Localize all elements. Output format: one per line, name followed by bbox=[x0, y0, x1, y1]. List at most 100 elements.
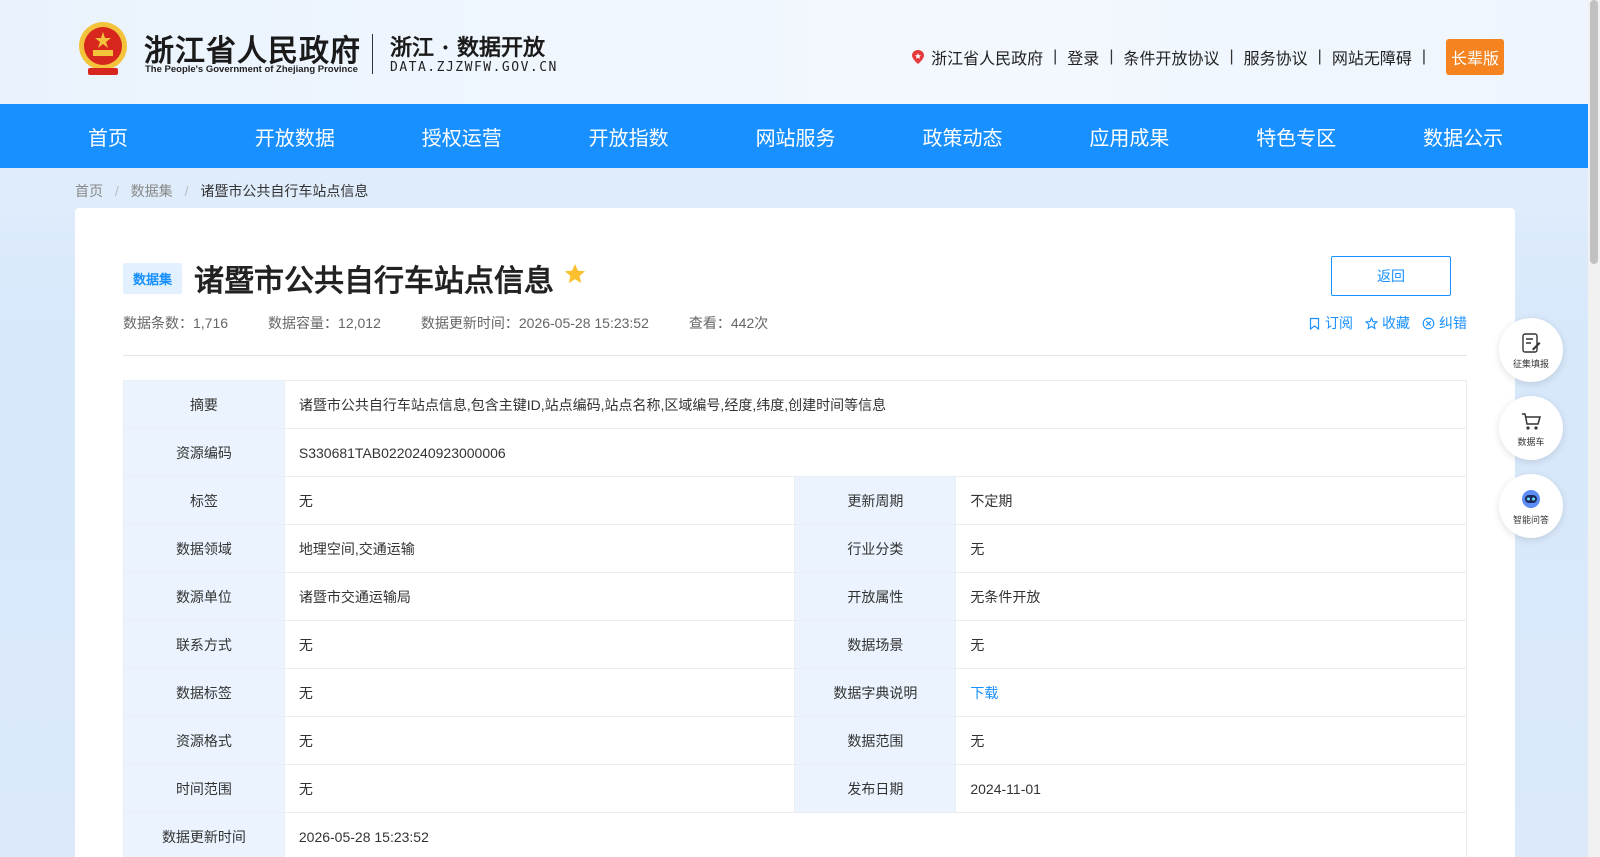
breadcrumb-separator: / bbox=[114, 183, 119, 199]
table-row: 资源格式 无 数据范围 无 bbox=[123, 716, 1467, 765]
login-link[interactable]: 登录 bbox=[1067, 45, 1099, 69]
table-row: 摘要 诸暨市公共自行车站点信息,包含主键ID,站点编码,站点名称,区域编号,经度… bbox=[123, 380, 1468, 429]
gov-english-name: The People's Government of Zhejiang Prov… bbox=[145, 64, 358, 75]
info-value: S330681TAB0220240923000006 bbox=[283, 428, 1468, 477]
location-pin-icon bbox=[912, 50, 925, 64]
info-key: 数据更新时间 bbox=[123, 812, 285, 857]
separator: | bbox=[1421, 48, 1426, 65]
info-key: 资源编码 bbox=[123, 428, 285, 477]
national-emblem-icon bbox=[79, 22, 127, 75]
robot-icon bbox=[1522, 489, 1540, 508]
separator: | bbox=[1109, 48, 1114, 65]
info-value: 无条件开放 bbox=[955, 572, 1467, 621]
correct-button[interactable]: 纠错 bbox=[1422, 313, 1467, 333]
smart-qa-label: 智能问答 bbox=[1512, 514, 1549, 525]
cart-icon bbox=[1522, 412, 1541, 430]
nav-authorized-operation[interactable]: 授权运营 bbox=[422, 122, 589, 151]
info-value: 2024-11-01 bbox=[955, 764, 1467, 813]
info-key: 摘要 bbox=[123, 380, 285, 429]
favorite-label: 收藏 bbox=[1382, 315, 1410, 331]
top-header: 浙江省人民政府 The People's Government of Zheji… bbox=[0, 0, 1588, 104]
back-button[interactable]: 返回 bbox=[1331, 256, 1451, 296]
breadcrumb-home[interactable]: 首页 bbox=[75, 183, 103, 199]
info-key: 发布日期 bbox=[794, 764, 957, 813]
bookmark-icon bbox=[1309, 317, 1320, 330]
dataset-info-table: 摘要 诸暨市公共自行车站点信息,包含主键ID,站点编码,站点名称,区域编号,经度… bbox=[123, 380, 1468, 857]
breadcrumb-datasets[interactable]: 数据集 bbox=[131, 183, 173, 199]
data-cart-button[interactable]: 数据车 bbox=[1499, 396, 1563, 460]
nav-special-zone[interactable]: 特色专区 bbox=[1256, 122, 1423, 151]
site-domain: DATA.ZJZWFW.GOV.CN bbox=[390, 60, 558, 75]
info-key: 数据领域 bbox=[123, 524, 285, 573]
dictionary-download-link[interactable]: 下载 bbox=[970, 685, 998, 701]
subscribe-label: 订阅 bbox=[1325, 315, 1353, 331]
separator: | bbox=[1317, 48, 1322, 65]
collect-report-label: 征集填报 bbox=[1512, 358, 1549, 369]
breadcrumb: 首页 / 数据集 / 诸暨市公共自行车站点信息 bbox=[75, 181, 368, 201]
nav-open-index[interactable]: 开放指数 bbox=[589, 122, 756, 151]
subscribe-button[interactable]: 订阅 bbox=[1308, 313, 1353, 333]
info-value: 无 bbox=[283, 764, 796, 813]
breadcrumb-separator: / bbox=[184, 183, 189, 199]
error-circle-icon bbox=[1422, 317, 1435, 329]
info-value: 地理空间,交通运输 bbox=[283, 524, 796, 573]
service-agreement-link[interactable]: 服务协议 bbox=[1244, 45, 1308, 69]
table-row: 时间范围 无 发布日期 2024-11-01 bbox=[123, 764, 1467, 813]
accessibility-link[interactable]: 网站无障碍 bbox=[1332, 45, 1412, 69]
info-value: 诸暨市公共自行车站点信息,包含主键ID,站点编码,站点名称,区域编号,经度,纬度… bbox=[283, 380, 1468, 429]
nav-data-publicity[interactable]: 数据公示 bbox=[1423, 122, 1590, 151]
dataset-actions: 订阅 收藏 纠错 bbox=[1296, 313, 1467, 333]
info-value: 无 bbox=[955, 620, 1467, 669]
star-outline-icon bbox=[1365, 316, 1378, 330]
info-value: 无 bbox=[283, 476, 796, 525]
divider bbox=[123, 355, 1467, 356]
meta-capacity: 数据容量：12,012 bbox=[268, 315, 381, 331]
info-value: 无 bbox=[283, 668, 796, 717]
meta-count: 数据条数：1,716 bbox=[123, 315, 229, 331]
separator: | bbox=[1053, 48, 1058, 65]
info-value: 无 bbox=[955, 524, 1467, 573]
separator: | bbox=[1229, 48, 1234, 65]
scrollbar[interactable] bbox=[1588, 0, 1600, 857]
dataset-badge: 数据集 bbox=[123, 263, 183, 294]
table-row: 资源编码 S330681TAB0220240923000006 bbox=[123, 428, 1468, 477]
info-value: 不定期 bbox=[955, 476, 1467, 525]
dataset-meta: 数据条数：1,716 数据容量：12,012 数据更新时间：2026-05-28… bbox=[123, 313, 808, 333]
info-key: 标签 bbox=[123, 476, 285, 525]
table-row: 数据领域 地理空间,交通运输 行业分类 无 bbox=[123, 524, 1467, 573]
info-key: 数据标签 bbox=[123, 668, 285, 717]
info-value: 下载 bbox=[955, 668, 1467, 717]
dataset-card: 数据集 诸暨市公共自行车站点信息 返回 数据条数：1,716 数据容量：12,0… bbox=[75, 208, 1515, 857]
nav-site-service[interactable]: 网站服务 bbox=[756, 122, 923, 151]
collect-report-button[interactable]: 征集填报 bbox=[1499, 318, 1563, 382]
breadcrumb-current: 诸暨市公共自行车站点信息 bbox=[200, 183, 369, 199]
correct-label: 纠错 bbox=[1439, 315, 1467, 331]
region-link[interactable]: 浙江省人民政府 bbox=[931, 45, 1043, 69]
floating-toolbar: 征集填报 数据车 智能问答 bbox=[1499, 318, 1563, 552]
main-nav: 首页 开放数据 授权运营 开放指数 网站服务 政策动态 应用成果 特色专区 数据… bbox=[0, 104, 1590, 168]
top-links: 浙江省人民政府 | 登录 | 条件开放协议 | 服务协议 | 网站无障碍 | 长… bbox=[910, 39, 1504, 75]
info-key: 开放属性 bbox=[794, 572, 957, 621]
table-row: 数据标签 无 数据字典说明 下载 bbox=[123, 668, 1467, 717]
scrollbar-thumb[interactable] bbox=[1590, 0, 1598, 264]
table-row: 标签 无 更新周期 不定期 bbox=[123, 476, 1467, 525]
info-key: 更新周期 bbox=[794, 476, 957, 525]
info-key: 资源格式 bbox=[123, 716, 285, 765]
conditional-agreement-link[interactable]: 条件开放协议 bbox=[1123, 45, 1219, 69]
info-value: 2026-05-28 15:23:52 bbox=[283, 812, 1468, 857]
info-key: 数据字典说明 bbox=[794, 668, 957, 717]
info-key: 数据场景 bbox=[794, 620, 957, 669]
favorite-button[interactable]: 收藏 bbox=[1365, 313, 1410, 333]
logo-divider bbox=[372, 34, 373, 74]
table-row: 数据更新时间 2026-05-28 15:23:52 bbox=[123, 812, 1468, 857]
elder-mode-button[interactable]: 长辈版 bbox=[1445, 39, 1504, 75]
nav-policy-news[interactable]: 政策动态 bbox=[922, 122, 1089, 151]
nav-open-data[interactable]: 开放数据 bbox=[255, 122, 422, 151]
meta-views: 查看：442次 bbox=[688, 315, 769, 331]
meta-updated: 数据更新时间：2026-05-28 15:23:52 bbox=[420, 315, 649, 331]
form-edit-icon bbox=[1522, 332, 1541, 353]
nav-applications[interactable]: 应用成果 bbox=[1089, 122, 1256, 151]
nav-home[interactable]: 首页 bbox=[88, 122, 255, 151]
smart-qa-button[interactable]: 智能问答 bbox=[1499, 474, 1563, 538]
table-row: 联系方式 无 数据场景 无 bbox=[123, 620, 1467, 669]
